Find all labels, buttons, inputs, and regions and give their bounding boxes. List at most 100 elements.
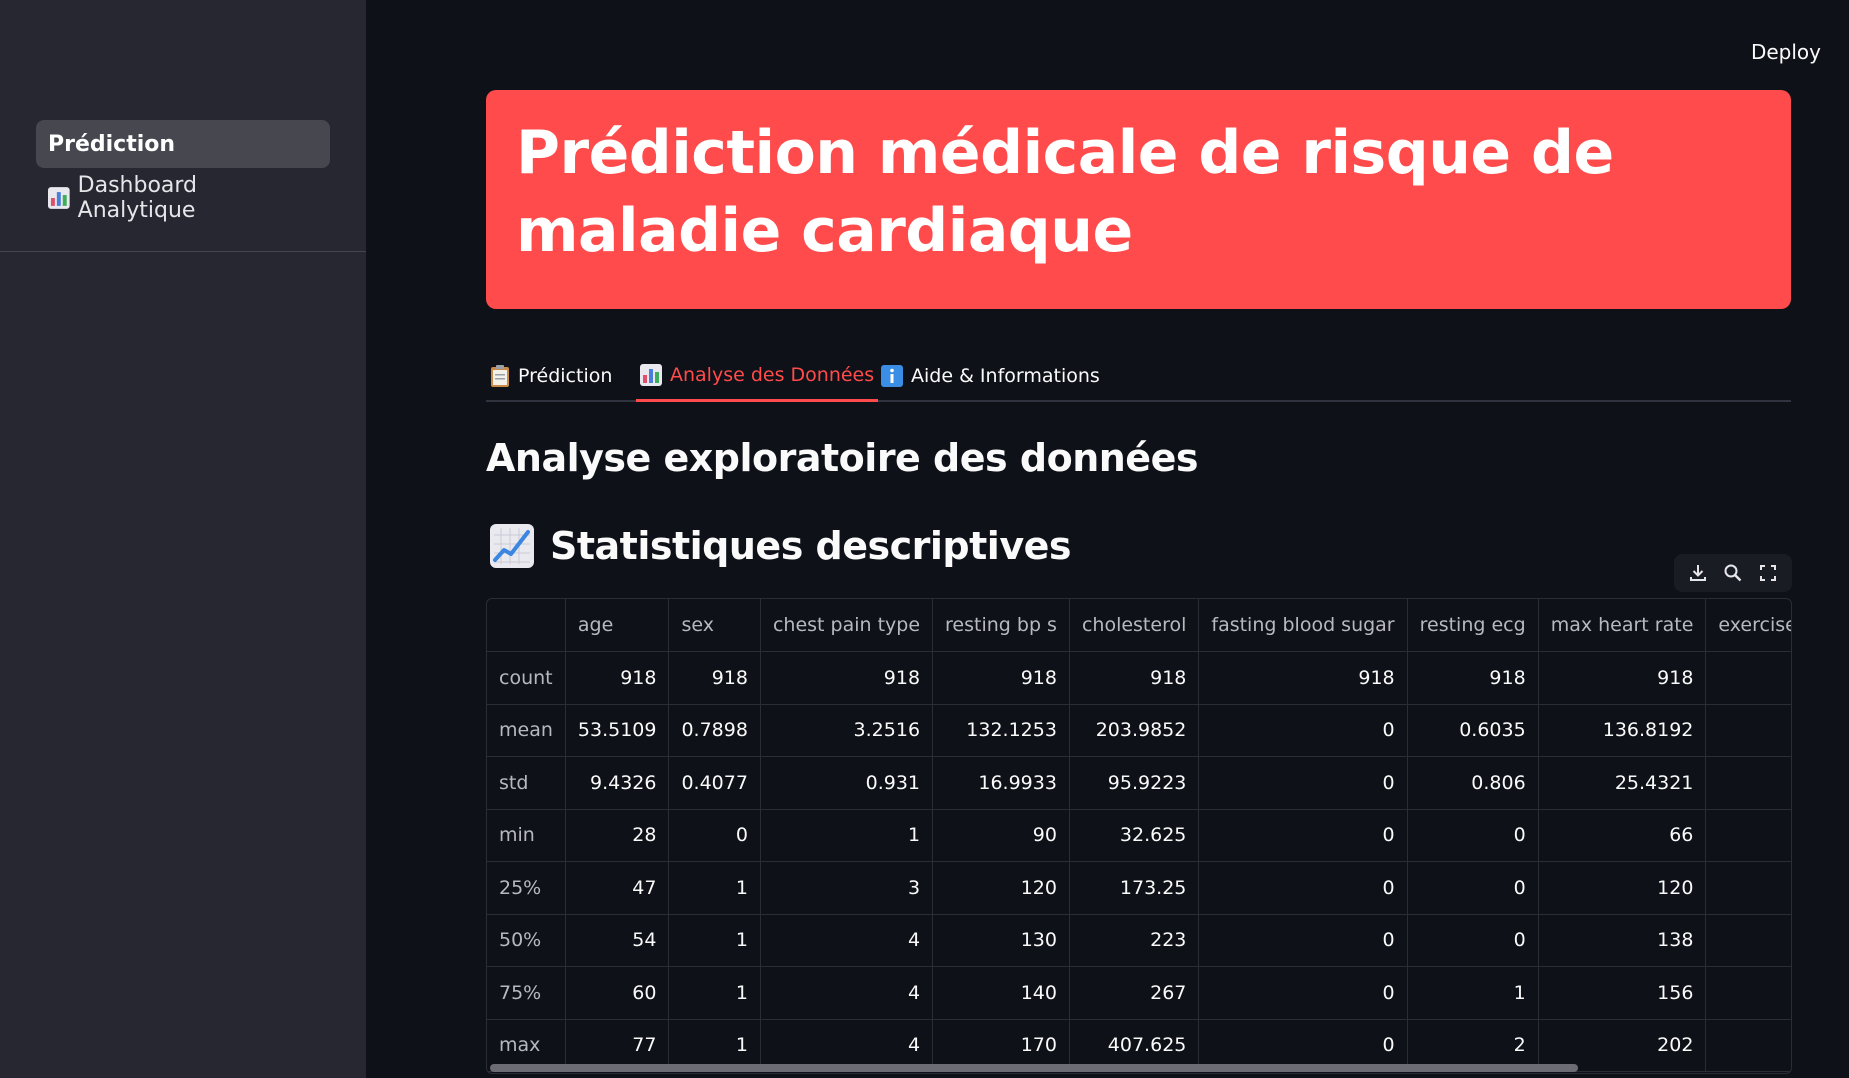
table-cell[interactable]: 918	[1198, 651, 1408, 705]
table-cell[interactable]: 136.8192	[1538, 704, 1707, 757]
table-cell[interactable]: 3.2516	[760, 704, 934, 757]
table-cell[interactable]: 0	[668, 809, 761, 862]
sidebar-item-dashboard[interactable]: Dashboard Analytique	[36, 173, 330, 223]
table-cell[interactable]: 0	[1198, 966, 1408, 1020]
table-cell[interactable]: 918	[1705, 651, 1791, 705]
table-cell[interactable]: 0	[1198, 756, 1408, 810]
table-cell[interactable]: 32.625	[1069, 809, 1200, 862]
table-cell[interactable]: 140	[932, 966, 1070, 1020]
column-header[interactable]: max heart rate	[1538, 599, 1707, 652]
table-cell[interactable]: 918	[1538, 651, 1707, 705]
horizontal-scrollbar[interactable]	[490, 1064, 1578, 1072]
table-cell[interactable]: 130	[932, 914, 1070, 967]
table-cell[interactable]: 9.4326	[565, 756, 670, 810]
table-cell[interactable]: 918	[565, 651, 670, 705]
tab-analyse-donnees[interactable]: Analyse des Données	[636, 350, 879, 402]
table-cell[interactable]: 120	[932, 861, 1070, 915]
table-cell[interactable]: 138	[1538, 914, 1707, 967]
table-cell[interactable]: 918	[760, 651, 934, 705]
column-header[interactable]: exercise angina	[1705, 599, 1791, 652]
table-cell[interactable]: 120	[1538, 861, 1707, 915]
stats-dataframe[interactable]: age sex chest pain type resting bp s cho…	[486, 598, 1792, 1074]
table-cell[interactable]: 1	[668, 914, 761, 967]
table-cell[interactable]: 0.4077	[668, 756, 761, 810]
page-title: Prédiction médicale de risque de maladie…	[516, 118, 1614, 266]
table-cell[interactable]: 4	[760, 966, 934, 1020]
row-header-cell[interactable]: min	[487, 809, 566, 862]
table-cell[interactable]: 156	[1538, 966, 1707, 1020]
table-cell[interactable]: 3	[760, 861, 934, 915]
table-cell[interactable]: 60	[565, 966, 670, 1020]
table-cell[interactable]: 0	[1198, 704, 1408, 757]
subsection-title: Statistiques descriptives	[490, 524, 1071, 568]
table-cell[interactable]: 1	[668, 966, 761, 1020]
table-cell[interactable]: 918	[1069, 651, 1200, 705]
table-cell[interactable]: 132.1253	[932, 704, 1070, 757]
table-cell[interactable]: 918	[668, 651, 761, 705]
table-cell[interactable]: 203.9852	[1069, 704, 1200, 757]
table-cell[interactable]: 223	[1069, 914, 1200, 967]
row-header-cell[interactable]: 50%	[487, 914, 566, 967]
tab-aide-informations[interactable]: Aide & Informations	[877, 350, 1104, 402]
table-cell[interactable]: 95.9223	[1069, 756, 1200, 810]
column-header[interactable]: age	[565, 599, 670, 652]
table-cell[interactable]: 1	[1705, 1019, 1791, 1072]
table-row: std 9.4326 0.4077 0.931 16.9933 95.9223 0 0.806…	[487, 756, 1791, 810]
search-icon[interactable]	[1722, 562, 1744, 584]
fullscreen-icon[interactable]	[1757, 562, 1779, 584]
table-cell[interactable]: 0	[1705, 914, 1791, 967]
table-cell[interactable]: 54	[565, 914, 670, 967]
table-cell[interactable]: 0	[1705, 809, 1791, 862]
table-cell[interactable]: 25.4321	[1538, 756, 1707, 810]
table-cell[interactable]: 1	[668, 861, 761, 915]
row-header-cell[interactable]: 75%	[487, 966, 566, 1020]
sidebar-nav: Prédiction Dashboard Analytique	[36, 120, 330, 228]
table-cell[interactable]: 28	[565, 809, 670, 862]
column-header[interactable]: sex	[668, 599, 761, 652]
table-cell[interactable]: 1	[1705, 966, 1791, 1020]
table-cell[interactable]: 1	[760, 809, 934, 862]
table-cell[interactable]: 53.5109	[565, 704, 670, 757]
column-header[interactable]: cholesterol	[1069, 599, 1200, 652]
tab-label: Analyse des Données	[670, 363, 875, 386]
table-cell[interactable]: 90	[932, 809, 1070, 862]
row-header-cell[interactable]: count	[487, 651, 566, 705]
table-cell[interactable]: 0	[1407, 809, 1539, 862]
sidebar-item-prediction[interactable]: Prédiction	[36, 120, 330, 168]
table-cell[interactable]: 0.6035	[1407, 704, 1539, 757]
table-cell[interactable]: 0	[1407, 861, 1539, 915]
table-cell[interactable]: 0.806	[1407, 756, 1539, 810]
table-row: mean 53.5109 0.7898 3.2516 132.1253 203.9852 0…	[487, 704, 1791, 757]
table-cell[interactable]: 1	[1407, 966, 1539, 1020]
table-cell[interactable]: 0	[1198, 809, 1408, 862]
table-cell[interactable]: 0.931	[760, 756, 934, 810]
sidebar-item-label: Dashboard Analytique	[77, 173, 198, 223]
table-cell[interactable]: 0	[1407, 914, 1539, 967]
table-cell[interactable]: 0	[1198, 914, 1408, 967]
table-cell[interactable]: 4	[760, 914, 934, 967]
table-cell[interactable]: 0	[1705, 861, 1791, 915]
stats-table: age sex chest pain type resting bp s cho…	[487, 599, 1791, 1072]
table-cell[interactable]: 0.7898	[668, 704, 761, 757]
tab-prediction[interactable]: Prédiction	[486, 350, 616, 402]
column-header[interactable]: chest pain type	[760, 599, 934, 652]
table-cell[interactable]: 0.491	[1705, 756, 1791, 810]
table-cell[interactable]: 918	[932, 651, 1070, 705]
row-header-cell[interactable]: std	[487, 756, 566, 810]
download-icon[interactable]	[1687, 562, 1709, 584]
column-header[interactable]: resting bp s	[932, 599, 1070, 652]
info-icon	[881, 365, 903, 387]
table-cell[interactable]: 47	[565, 861, 670, 915]
column-header[interactable]: resting ecg	[1407, 599, 1539, 652]
deploy-button[interactable]: Deploy	[1751, 40, 1821, 64]
table-cell[interactable]: 173.25	[1069, 861, 1200, 915]
table-cell[interactable]: 0	[1198, 861, 1408, 915]
row-header-cell[interactable]: mean	[487, 704, 566, 757]
table-cell[interactable]: 267	[1069, 966, 1200, 1020]
table-cell[interactable]: 16.9933	[932, 756, 1070, 810]
row-header-cell[interactable]: 25%	[487, 861, 566, 915]
table-cell[interactable]: 0.4041	[1705, 704, 1791, 757]
table-cell[interactable]: 66	[1538, 809, 1707, 862]
table-cell[interactable]: 918	[1407, 651, 1539, 705]
column-header[interactable]: fasting blood sugar	[1198, 599, 1408, 652]
